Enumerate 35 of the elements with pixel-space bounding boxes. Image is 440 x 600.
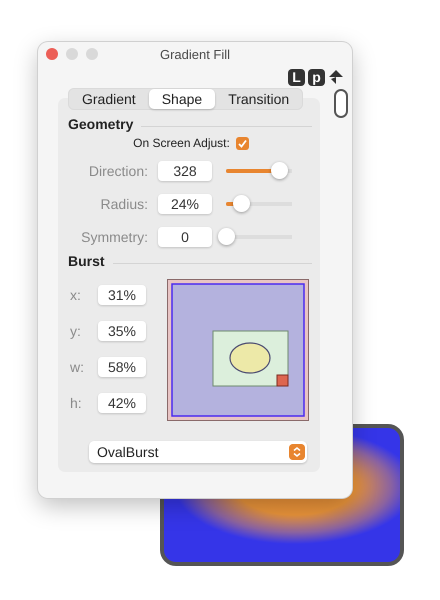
close-button[interactable] xyxy=(46,48,58,60)
slider-thumb[interactable] xyxy=(218,228,235,245)
input-field[interactable]: 0 xyxy=(158,226,212,246)
field-label: w: xyxy=(70,359,85,375)
field-label: x: xyxy=(70,287,82,303)
section-heading: Burst xyxy=(68,253,105,269)
field-label: Symmetry: xyxy=(80,228,148,244)
field-label: Direction: xyxy=(88,162,148,178)
pin-icon[interactable] xyxy=(328,69,344,85)
input-field[interactable]: 35% xyxy=(98,321,146,341)
zoom-button[interactable] xyxy=(86,48,98,60)
toolbar-button[interactable]: L xyxy=(288,68,305,86)
scroll-handle[interactable] xyxy=(334,89,348,118)
tab[interactable]: Shape xyxy=(148,89,216,109)
field-label: h: xyxy=(70,395,83,411)
minimize-button[interactable] xyxy=(66,48,78,60)
tab[interactable]: Gradient xyxy=(69,89,149,109)
input-field[interactable]: 42% xyxy=(98,393,146,413)
field-label: Radius: xyxy=(100,196,148,212)
toolbar-button[interactable]: p xyxy=(308,68,325,86)
input-field[interactable]: 31% xyxy=(98,285,146,305)
input-field[interactable]: 24% xyxy=(158,194,212,214)
input-field[interactable]: 58% xyxy=(98,357,146,377)
tab[interactable]: Transition xyxy=(215,89,302,109)
checkbox-label: On Screen Adjust: xyxy=(133,136,230,150)
slider-thumb[interactable] xyxy=(270,162,288,179)
shape-dropdown[interactable]: OvalBurst xyxy=(89,441,307,463)
stepper-icon xyxy=(289,444,305,460)
input-field[interactable]: 328 xyxy=(158,160,212,180)
burst-preview-drawing[interactable] xyxy=(167,279,309,421)
field-label: y: xyxy=(70,323,82,339)
window-title: Gradient Fill xyxy=(160,46,230,62)
section-heading: Geometry xyxy=(68,116,134,132)
slider-thumb[interactable] xyxy=(233,195,250,212)
checkbox[interactable] xyxy=(236,136,249,150)
